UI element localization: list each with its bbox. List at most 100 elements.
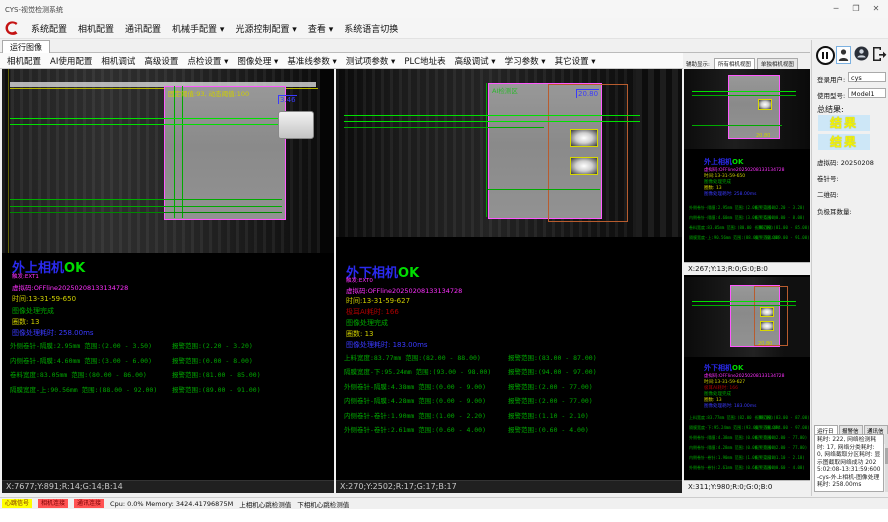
- alarm-range: 报警范围:(83.00 - 87.00): [755, 415, 810, 421]
- aux-thumbnail-column: 20.80 外上相机OK 虚拟码:OFFline2025020813313472…: [684, 69, 810, 493]
- aux-tab-single-camera[interactable]: 单独相机视图: [757, 58, 798, 69]
- thumb-overlay-value: 20.80: [756, 133, 770, 139]
- measurement-row: 隔膜宽度-下:95.24mm 范围:(93.00 - 98.00) 报警范围:(…: [344, 366, 680, 376]
- tool-learning-params[interactable]: 学习参数 ▾: [505, 55, 546, 67]
- tool-other-settings[interactable]: 其它设置 ▾: [555, 55, 596, 67]
- alarm-range: 报警范围:(94.00 - 97.00): [755, 425, 810, 431]
- image-right-shadow: [320, 69, 334, 253]
- thumb-lower-image[interactable]: 20.80: [684, 277, 810, 357]
- measure-line-1: [344, 115, 640, 116]
- turns-line: 圈数: 13: [346, 329, 374, 339]
- aux-view-label: 辅助显示:: [684, 59, 712, 69]
- measurement-row: 内侧卷针-卷针:1.90mm 范围:(1.00 - 2.20) 报警范围:(1.…: [344, 410, 680, 420]
- app-logo-icon: [4, 20, 20, 36]
- menu-robot-config[interactable]: 机械手配置 ▾: [172, 22, 224, 35]
- tool-ai-config[interactable]: AI使用配置: [50, 55, 92, 67]
- thumb-camera-title: 外上相机OK: [704, 157, 743, 167]
- window-controls: ─ ❐ ✕: [827, 2, 885, 15]
- measure-line-1: [692, 301, 796, 302]
- menu-light-config[interactable]: 光源控制配置 ▾: [235, 22, 296, 35]
- model-label: 使用型号:: [817, 90, 845, 100]
- measurement-row: 外侧卷针-卷针:2.61mm 范围:(0.60 - 4.00) 报警范围:(0.…: [344, 424, 680, 434]
- alarm-range: 报警范围:(2.00 - 77.00): [755, 445, 807, 451]
- measure-line-1: [10, 118, 310, 119]
- virtual-code-line: 虚拟码:OFFline20250208133134728: [12, 282, 128, 292]
- measure-line-4: [488, 189, 600, 190]
- toolbar: 相机配置 AI使用配置 相机调试 高级设置 点检设置 ▾ 图像处理 ▾ 基准线参…: [0, 53, 683, 69]
- maximize-button[interactable]: ❐: [847, 2, 865, 15]
- alarm-range: 报警范围:(89.00 - 91.00): [755, 235, 810, 241]
- upper-camera-image[interactable]: 固定阈值:93, 动态阈值:100 3.46: [2, 69, 334, 253]
- menu-system-config[interactable]: 系统配置: [31, 22, 67, 35]
- tab-detect-box-1: [570, 129, 598, 147]
- measure-line-5: [10, 212, 282, 213]
- elapsed-line: 图像处理耗时: 183.00ms: [704, 403, 756, 409]
- alarm-range: 报警范围:(2.00 - 77.00): [508, 381, 593, 391]
- alarm-range: 报警范围:(81.00 - 85.00): [172, 369, 261, 379]
- measure-value-overlay: 3.46: [278, 95, 297, 104]
- menu-camera-config[interactable]: 相机配置: [78, 22, 114, 35]
- tool-advanced-debug[interactable]: 高级调试 ▾: [455, 55, 496, 67]
- pixel-readout-bar: X:311;Y:980;R:0;G:0;B:0: [684, 480, 810, 493]
- right-structure: [636, 69, 682, 237]
- user-manage-button[interactable]: [854, 46, 870, 63]
- measure-line-1: [692, 91, 796, 92]
- result-ok: OK: [64, 261, 85, 276]
- trigger-label: 触发:EXT1: [12, 272, 39, 280]
- ai-region-label: AI检测区: [492, 85, 518, 95]
- measure-line-3: [10, 199, 282, 200]
- measurement-row: 卷料宽度:83.05mm 范围:(80.00 - 86.00) 报警范围:(81…: [10, 369, 332, 379]
- camera-link-badge: 相机连接: [38, 499, 68, 508]
- edge-line-green: [486, 83, 487, 217]
- measure-line-2: [692, 305, 796, 306]
- tab-detect-box-2: [570, 157, 598, 175]
- heartbeat-badge: 心跳信号: [2, 499, 32, 508]
- measurement-value: 外侧卷针-隔膜:4.38mm 范围:(0.00 - 9.00): [344, 381, 486, 391]
- alarm-range: 报警范围:(2.00 - 77.00): [755, 435, 807, 441]
- model-select[interactable]: Model1: [848, 88, 886, 98]
- minimize-button[interactable]: ─: [827, 2, 845, 15]
- measure-line-2: [10, 124, 310, 125]
- alarm-range: 报警范围:(2.00 - 77.00): [508, 395, 593, 405]
- user-icon: [836, 46, 851, 64]
- lower-camera-image[interactable]: AI检测区 20.80: [336, 69, 682, 237]
- tab-run-image[interactable]: 运行图像: [2, 40, 50, 54]
- user-dark-icon: [854, 46, 869, 61]
- login-user-button[interactable]: [836, 46, 852, 63]
- menubar: 系统配置 相机配置 通讯配置 机械手配置 ▾ 光源控制配置 ▾ 查看 ▾ 系统语…: [0, 18, 888, 39]
- measure-line-2: [692, 95, 796, 96]
- measurement-value: 隔膜宽度-上:90.56mm 范围:(88.00 - 92.00): [10, 384, 157, 394]
- tool-test-params[interactable]: 测试项参数 ▾: [346, 55, 395, 67]
- log-text-area[interactable]: 耗时: 222, 网络检测耗时: 17, 网络分类耗时: 0, 网络截取分区耗时…: [814, 434, 884, 492]
- measure-line-2: [344, 121, 640, 122]
- tool-spot-check[interactable]: 点检设置 ▾: [187, 55, 228, 67]
- thumb-upper-image[interactable]: 20.80: [684, 69, 810, 149]
- measurement-value: 内侧卷针-隔膜:4.60mm 范围:(3.00 - 6.00): [10, 355, 152, 365]
- measurement-value: 卷料宽度:83.05mm 范围:(80.00 - 86.00): [10, 369, 147, 379]
- pause-button[interactable]: [816, 46, 832, 63]
- tool-camera-config[interactable]: 相机配置: [7, 55, 41, 67]
- menu-view[interactable]: 查看 ▾: [308, 22, 333, 35]
- tool-baseline-params[interactable]: 基准线参数 ▾: [287, 55, 336, 67]
- login-user-value[interactable]: cys: [848, 72, 886, 82]
- aux-tab-all-cameras[interactable]: 所有相机视图: [714, 58, 755, 69]
- measurement-value: 隔膜宽度-下:95.24mm 范围:(93.00 - 98.00): [344, 366, 491, 376]
- tool-image-processing[interactable]: 图像处理 ▾: [237, 55, 278, 67]
- close-button[interactable]: ✕: [867, 2, 885, 15]
- tool-plc-address[interactable]: PLC地址表: [404, 55, 445, 67]
- menu-language-switch[interactable]: 系统语言切换: [344, 22, 398, 35]
- measurement-value: 上料宽度:83.77mm 范围:(82.00 - 88.00): [344, 352, 481, 362]
- alarm-range: 报警范围:(1.10 - 2.10): [508, 410, 589, 420]
- tool-advanced-settings[interactable]: 高级设置: [144, 55, 178, 67]
- exit-button[interactable]: [872, 46, 888, 63]
- elapsed-line: 图像处理耗时: 258.00ms: [704, 191, 756, 197]
- connector-part: [278, 111, 314, 139]
- tab-detect-box-1: [760, 307, 774, 317]
- measurement-row: 上料宽度:83.77mm 范围:(82.00 - 88.00) 报警范围:(83…: [344, 352, 680, 362]
- alarm-range: 报警范围:(81.00 - 85.00): [755, 225, 810, 231]
- menu-comm-config[interactable]: 通讯配置: [125, 22, 161, 35]
- thumb-camera-title: 外下相机OK: [704, 363, 743, 373]
- measurement-value: 外侧卷针-卷针:2.61mm 范围:(0.60 - 4.00): [344, 424, 486, 434]
- elapsed-line: 图像处理耗时: 183.00ms: [346, 340, 428, 350]
- tool-camera-debug[interactable]: 相机调试: [101, 55, 135, 67]
